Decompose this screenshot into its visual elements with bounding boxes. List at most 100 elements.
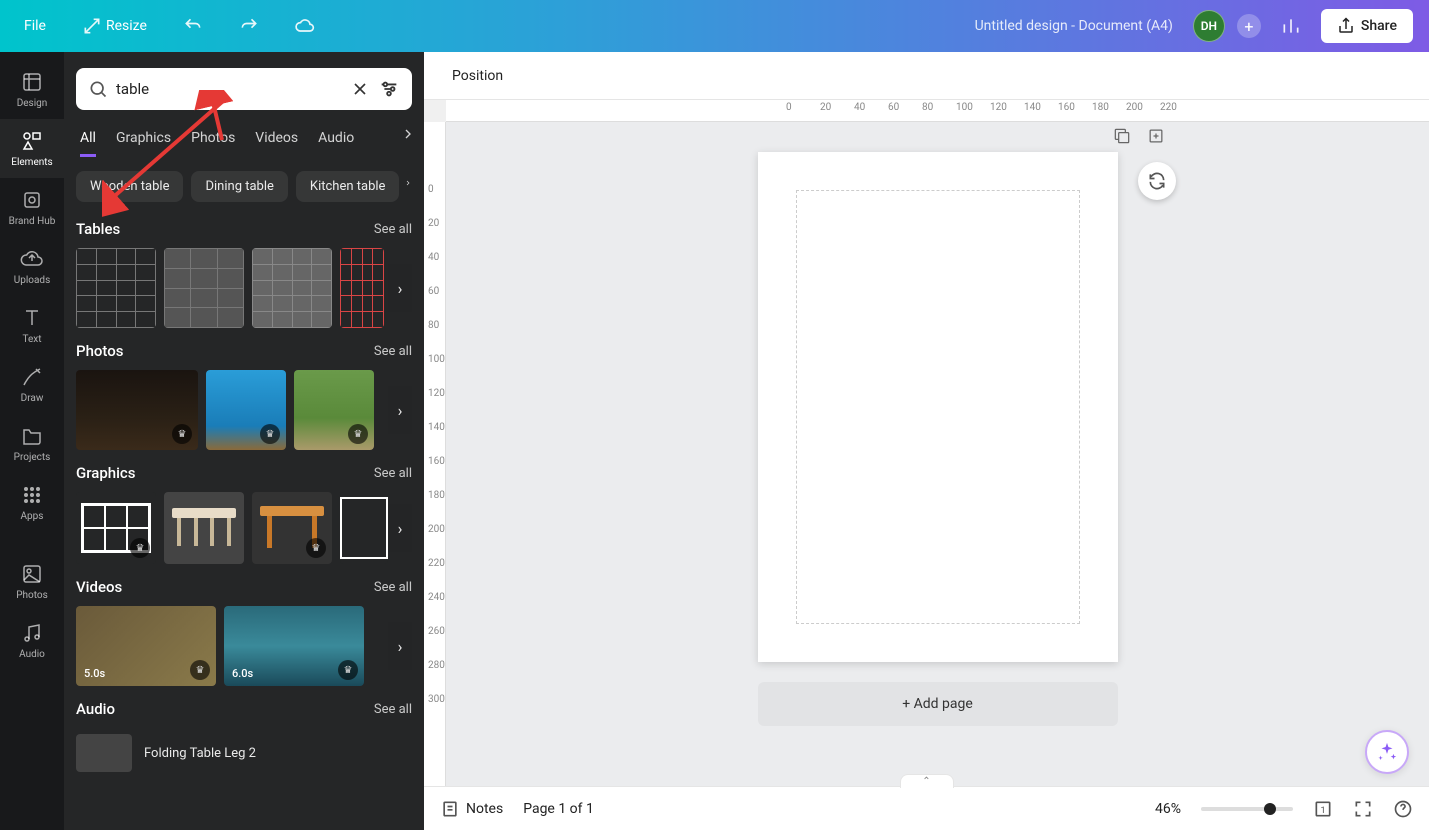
add-page-button[interactable]: + Add page — [758, 682, 1118, 726]
premium-badge-icon: ♛ — [190, 660, 210, 680]
chip-wooden-table[interactable]: Wooden table — [76, 171, 183, 202]
rail-draw[interactable]: Draw — [0, 355, 64, 414]
audio-result-1[interactable]: Folding Table Leg 2 — [76, 728, 412, 778]
table-template-2[interactable] — [164, 248, 244, 328]
apps-icon — [20, 483, 44, 507]
ruler-vertical: 0 20 40 60 80 100 120 140 160 180 200 22… — [424, 122, 446, 786]
see-all-graphics[interactable]: See all — [374, 466, 412, 481]
section-tables: TablesSee all › — [64, 210, 424, 332]
fullscreen-button[interactable] — [1353, 799, 1373, 819]
premium-badge-icon: ♛ — [172, 424, 192, 444]
top-bar: File Resize Untitled design - Document (… — [0, 0, 1429, 52]
videos-scroll-right[interactable]: › — [388, 622, 412, 670]
canvas-page[interactable] — [758, 152, 1118, 662]
analytics-button[interactable] — [1273, 10, 1309, 42]
section-graphics: Graphics See all ♛ ♛ › — [64, 454, 424, 568]
undo-icon — [183, 16, 203, 36]
rail-elements[interactable]: Elements — [0, 119, 64, 178]
ruler-horizontal: 0 20 40 60 80 100 120 140 160 180 200 22… — [446, 100, 1429, 122]
tabs-scroll-right[interactable] — [400, 126, 416, 142]
clear-search-button[interactable] — [350, 79, 370, 99]
undo-button[interactable] — [175, 10, 211, 42]
upload-icon — [20, 247, 44, 271]
section-title: Audio — [76, 700, 115, 718]
notes-button[interactable]: Notes — [440, 799, 503, 819]
search-input[interactable] — [116, 80, 342, 98]
page-indicator[interactable]: Page 1 of 1 — [523, 801, 594, 817]
tab-photos[interactable]: Photos — [191, 122, 235, 157]
see-all-photos[interactable]: See all — [374, 344, 412, 359]
redo-button[interactable] — [231, 10, 267, 42]
help-button[interactable] — [1393, 799, 1413, 819]
graphics-scroll-right[interactable]: › — [388, 504, 412, 552]
document-title[interactable]: Untitled design - Document (A4) — [975, 18, 1173, 34]
see-all-audio[interactable]: See all — [374, 702, 412, 717]
audio-icon — [20, 621, 44, 645]
graphic-result-2[interactable] — [164, 492, 244, 564]
search-filters-button[interactable] — [378, 78, 400, 100]
chip-dining-table[interactable]: Dining table — [191, 171, 287, 202]
help-icon — [1393, 799, 1413, 819]
position-button[interactable]: Position — [444, 62, 511, 90]
table-template-4[interactable] — [340, 248, 384, 328]
rail-uploads[interactable]: Uploads — [0, 237, 64, 296]
rail-projects[interactable]: Projects — [0, 414, 64, 473]
canvas-area: ◀ Position 0 20 40 60 80 100 120 140 160… — [424, 52, 1429, 830]
zoom-level[interactable]: 46% — [1155, 801, 1181, 817]
table-template-1[interactable] — [76, 248, 156, 328]
add-page-above-button[interactable] — [1144, 126, 1168, 150]
add-collaborator-button[interactable]: + — [1237, 14, 1261, 38]
brand-icon — [20, 188, 44, 212]
graphic-result-4[interactable] — [340, 492, 388, 564]
canvas-viewport[interactable]: + Add page — [446, 122, 1429, 786]
video-result-2[interactable]: 6.0s♛ — [224, 606, 364, 686]
expand-pages-button[interactable]: ⌃ — [900, 774, 954, 788]
zoom-slider[interactable] — [1201, 807, 1293, 811]
chip-kitchen-table[interactable]: Kitchen table — [296, 171, 400, 202]
tab-audio[interactable]: Audio — [318, 122, 354, 157]
refresh-icon — [1147, 171, 1167, 191]
chips-scroll-right[interactable] — [400, 175, 416, 191]
table-template-3[interactable] — [252, 248, 332, 328]
tab-videos[interactable]: Videos — [255, 122, 298, 157]
zoom-slider-knob[interactable] — [1264, 803, 1276, 815]
photo-result-1[interactable]: ♛ — [76, 370, 198, 450]
chart-icon — [1281, 16, 1301, 36]
search-box — [76, 68, 412, 110]
video-result-1[interactable]: 5.0s♛ — [76, 606, 216, 686]
resize-menu[interactable]: Resize — [74, 10, 155, 42]
tab-graphics[interactable]: Graphics — [116, 122, 171, 157]
share-button[interactable]: Share — [1321, 9, 1413, 43]
page-actions — [1110, 126, 1168, 150]
graphic-result-3[interactable]: ♛ — [252, 492, 332, 564]
resize-icon — [82, 16, 102, 36]
sparkle-icon — [1376, 741, 1398, 763]
see-all-tables[interactable]: See all — [374, 222, 412, 237]
section-videos: Videos See all 5.0s♛ 6.0s♛ › — [64, 568, 424, 690]
text-icon — [20, 306, 44, 330]
tables-scroll-right[interactable]: › — [388, 264, 412, 312]
user-avatar[interactable]: DH — [1193, 10, 1225, 42]
see-all-videos[interactable]: See all — [374, 580, 412, 595]
duplicate-page-button[interactable] — [1110, 126, 1134, 150]
graphic-result-1[interactable]: ♛ — [76, 492, 156, 564]
share-icon — [1337, 17, 1355, 35]
rail-audio[interactable]: Audio — [0, 611, 64, 670]
photo-result-2[interactable]: ♛ — [206, 370, 286, 450]
rail-brand-hub[interactable]: Brand Hub — [0, 178, 64, 237]
photo-result-3[interactable]: ♛ — [294, 370, 374, 450]
rail-apps[interactable]: Apps — [0, 473, 64, 532]
cloud-sync-button[interactable] — [287, 10, 323, 42]
photos-scroll-right[interactable]: › — [388, 386, 412, 434]
rail-design[interactable]: Design — [0, 60, 64, 119]
regenerate-button[interactable] — [1138, 162, 1176, 200]
file-menu[interactable]: File — [16, 12, 54, 40]
tab-all[interactable]: All — [80, 122, 96, 157]
premium-badge-icon: ♛ — [260, 424, 280, 444]
rail-text[interactable]: Text — [0, 296, 64, 355]
grid-view-button[interactable]: 1 — [1313, 799, 1333, 819]
section-title: Videos — [76, 578, 122, 596]
rail-photos[interactable]: Photos — [0, 552, 64, 611]
section-title: Graphics — [76, 464, 135, 482]
magic-button[interactable] — [1365, 730, 1409, 774]
